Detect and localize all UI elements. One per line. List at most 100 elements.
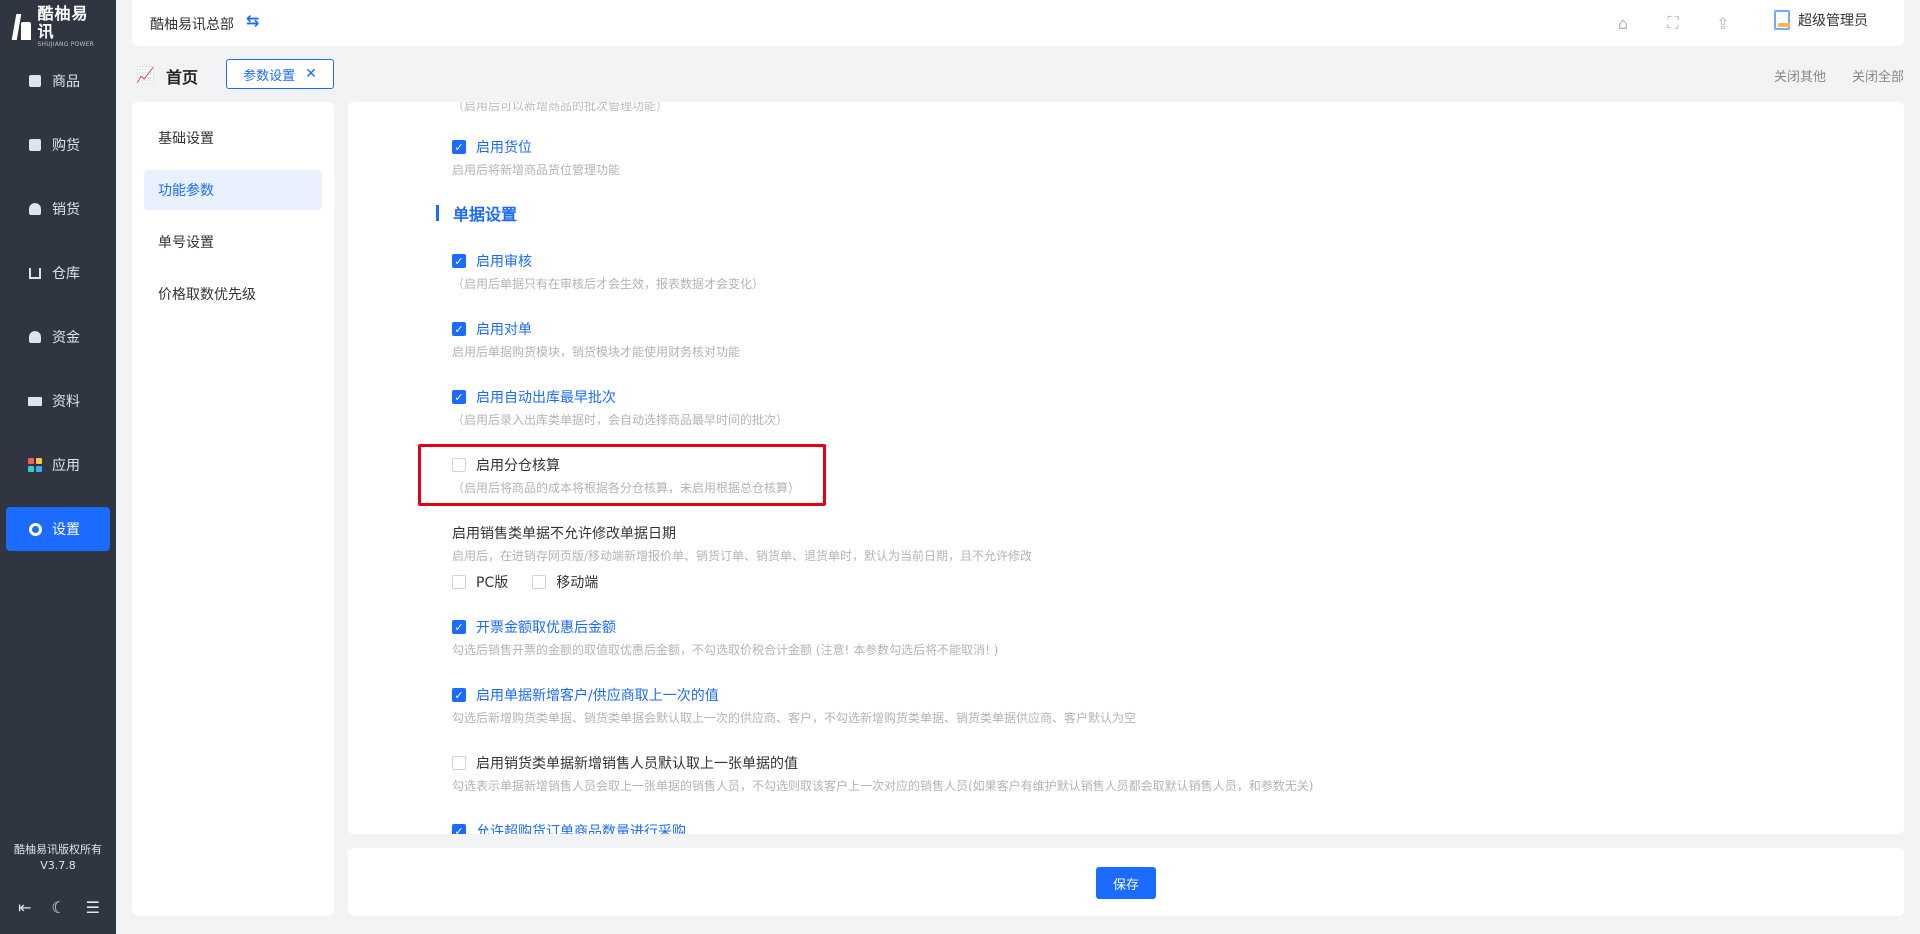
moon-icon[interactable]: ☾ bbox=[51, 898, 65, 917]
sales-icon bbox=[28, 202, 42, 216]
option-invoice: ✓ 开票金额取优惠后金额 勾选后销售开票的金额的取值取优惠后金额，不勾选取价税合… bbox=[452, 618, 998, 658]
nav-item-goods[interactable]: 商品 bbox=[0, 59, 116, 103]
pc-label: PC版 bbox=[476, 575, 509, 591]
option-description: 启用后，在进销存网页版/移动端新增报价单、销货订单、销货单、退货单时，默认为当前… bbox=[452, 549, 1033, 563]
page-tabs: 📈 首页 参数设置 ✕ 关闭其他 关闭全部 bbox=[132, 56, 1904, 94]
submenu-function-params[interactable]: 功能参数 bbox=[144, 170, 322, 210]
submenu-basic[interactable]: 基础设置 bbox=[144, 118, 322, 158]
option-location: ✓ 启用货位 启用后将新增商品货位管理功能 bbox=[452, 138, 620, 178]
cut-off-description: （启用后可以新增商品的批次管理功能） bbox=[452, 102, 669, 113]
copyright: 酷柚易讯版权所有 V3.7.8 bbox=[0, 842, 116, 874]
pc-checkbox[interactable] bbox=[452, 575, 466, 589]
nav-item-label: 应用 bbox=[52, 458, 80, 474]
salesperson-checkbox[interactable] bbox=[452, 756, 466, 770]
tab-label: 参数设置 bbox=[243, 68, 296, 84]
option-reconcile: ✓ 启用对单 启用后单据购货模块，销货模块才能使用财务核对功能 bbox=[452, 320, 740, 360]
option-label[interactable]: 启用自动出库最早批次 bbox=[476, 387, 616, 407]
nav-item-label: 商品 bbox=[52, 74, 80, 90]
nav-item-label: 仓库 bbox=[52, 266, 80, 282]
section-title: 单据设置 bbox=[436, 201, 517, 225]
main-nav: 商品 购货 销货 仓库 资金 资料 应用 设置 bbox=[0, 59, 116, 571]
box-icon bbox=[28, 74, 42, 88]
option-label[interactable]: 启用对单 bbox=[476, 319, 532, 339]
brand-title: 酷柚易讯 bbox=[37, 4, 89, 41]
money-bag-icon bbox=[28, 330, 42, 344]
mobile-checkbox[interactable] bbox=[532, 575, 547, 589]
reconcile-checkbox[interactable]: ✓ bbox=[452, 322, 466, 336]
option-description: （启用后录入出库类单据时，会自动选择商品最早时间的批次） bbox=[452, 413, 789, 427]
switch-company-icon[interactable]: ⇆ bbox=[246, 11, 259, 30]
logo-mark-icon bbox=[12, 14, 34, 40]
brand-logo[interactable]: 酷柚易讯 SHUJIANG POWER bbox=[12, 5, 104, 48]
option-label[interactable]: 启用销货类单据新增销售人员默认取上一张单据的值 bbox=[476, 753, 798, 773]
auto-batch-checkbox[interactable]: ✓ bbox=[452, 390, 466, 404]
mobile-checkbox-option[interactable]: 移动端 bbox=[532, 572, 598, 592]
top-bar: 酷柚易讯总部 ⇆ ⌂ ⛶ ⇪ 超级管理员 bbox=[132, 0, 1904, 46]
option-description: 勾选表示单据新增销售人员会取上一张单据的销售人员，不勾选则取该客户上一次对应的销… bbox=[452, 779, 1314, 793]
company-name[interactable]: 酷柚易讯总部 bbox=[150, 14, 234, 34]
tab-home[interactable]: 首页 bbox=[166, 64, 198, 88]
invoice-checkbox[interactable]: ✓ bbox=[452, 620, 466, 634]
last-value-checkbox[interactable]: ✓ bbox=[452, 688, 466, 702]
close-all-link[interactable]: 关闭全部 bbox=[1852, 66, 1904, 85]
sidebar-tools: ⇤ ☾ ☰ bbox=[18, 898, 100, 917]
warehouse-icon bbox=[28, 266, 42, 280]
tab-param-settings[interactable]: 参数设置 ✕ bbox=[226, 59, 334, 89]
option-description: 启用后单据购货模块，销货模块才能使用财务核对功能 bbox=[452, 345, 741, 359]
nav-item-label: 购货 bbox=[52, 138, 80, 154]
mobile-label: 移动端 bbox=[556, 575, 599, 591]
nav-item-label: 销货 bbox=[52, 202, 80, 218]
nav-item-sales[interactable]: 销货 bbox=[0, 187, 116, 231]
upload-icon[interactable]: ⇪ bbox=[1712, 12, 1734, 34]
submenu-number-settings[interactable]: 单号设置 bbox=[144, 222, 322, 262]
audit-checkbox[interactable]: ✓ bbox=[452, 254, 466, 268]
pc-checkbox-option[interactable]: PC版 bbox=[452, 572, 508, 592]
nav-item-funds[interactable]: 资金 bbox=[0, 315, 116, 359]
option-label[interactable]: 启用单据新增客户/供应商取上一次的值 bbox=[476, 685, 719, 705]
location-checkbox[interactable]: ✓ bbox=[452, 140, 466, 154]
collapse-menu-icon[interactable]: ⇤ bbox=[18, 898, 31, 917]
list-icon[interactable]: ☰ bbox=[86, 898, 100, 917]
option-label[interactable]: 允许超购货订单商品数量进行采购 bbox=[476, 821, 686, 834]
option-description: 启用后将新增商品货位管理功能 bbox=[452, 163, 621, 177]
option-purchase-qty: ✓ 允许超购货订单商品数量进行采购 bbox=[452, 822, 686, 834]
copyright-text: 酷柚易讯版权所有 bbox=[14, 843, 102, 856]
option-description: （启用后单据只有在审核后才会生效，报表数据才会变化） bbox=[452, 277, 765, 291]
nav-item-settings[interactable]: 设置 bbox=[6, 507, 110, 551]
option-description: 勾选后销售开票的金额的取值取优惠后金额，不勾选取价税合计金额 (注意! 本参数勾… bbox=[452, 643, 999, 657]
submenu-price-priority[interactable]: 价格取数优先级 bbox=[144, 274, 322, 314]
brand-subtitle: SHUJIANG POWER bbox=[37, 41, 94, 48]
close-icon[interactable]: ✕ bbox=[305, 66, 317, 82]
option-label: 启用销售类单据不允许修改单据日期 bbox=[452, 526, 676, 542]
nav-item-apps[interactable]: 应用 bbox=[0, 443, 116, 487]
home-icon[interactable]: ⌂ bbox=[1612, 12, 1634, 34]
settings-submenu: 基础设置 功能参数 单号设置 价格取数优先级 bbox=[132, 102, 334, 916]
option-no-edit-date: 启用销售类单据不允许修改单据日期 启用后，在进销存网页版/移动端新增报价单、销货… bbox=[452, 524, 1032, 592]
nav-item-data[interactable]: 资料 bbox=[0, 379, 116, 423]
option-description: 勾选后新增购货类单据、销货类单据会默认取上一次的供应商、客户，不勾选新增购货类单… bbox=[452, 711, 1137, 725]
nav-item-label: 资料 bbox=[52, 394, 80, 410]
highlight-box bbox=[418, 444, 826, 506]
purchase-icon bbox=[28, 138, 42, 152]
user-menu[interactable]: 超级管理员 bbox=[1774, 10, 1868, 30]
footer-bar: 保存 bbox=[348, 848, 1904, 916]
option-salesperson: 启用销货类单据新增销售人员默认取上一张单据的值 勾选表示单据新增销售人员会取上一… bbox=[452, 754, 1313, 794]
apps-icon bbox=[28, 458, 42, 472]
nav-item-label: 设置 bbox=[52, 522, 80, 538]
gear-icon bbox=[28, 522, 42, 536]
close-others-link[interactable]: 关闭其他 bbox=[1774, 66, 1826, 85]
chart-line-icon: 📈 bbox=[136, 66, 155, 84]
option-label[interactable]: 启用货位 bbox=[476, 137, 532, 157]
option-audit: ✓ 启用审核 （启用后单据只有在审核后才会生效，报表数据才会变化） bbox=[452, 252, 764, 292]
save-button[interactable]: 保存 bbox=[1096, 867, 1156, 899]
nav-item-purchase[interactable]: 购货 bbox=[0, 123, 116, 167]
option-label[interactable]: 开票金额取优惠后金额 bbox=[476, 617, 616, 637]
version-text: V3.7.8 bbox=[40, 859, 76, 872]
fullscreen-icon[interactable]: ⛶ bbox=[1662, 12, 1684, 34]
nav-item-label: 资金 bbox=[52, 330, 80, 346]
user-avatar-icon bbox=[1774, 10, 1790, 30]
option-label[interactable]: 启用审核 bbox=[476, 251, 532, 271]
nav-item-warehouse[interactable]: 仓库 bbox=[0, 251, 116, 295]
purchase-qty-checkbox[interactable]: ✓ bbox=[452, 824, 466, 834]
option-last-value: ✓ 启用单据新增客户/供应商取上一次的值 勾选后新增购货类单据、销货类单据会默认… bbox=[452, 686, 1136, 726]
